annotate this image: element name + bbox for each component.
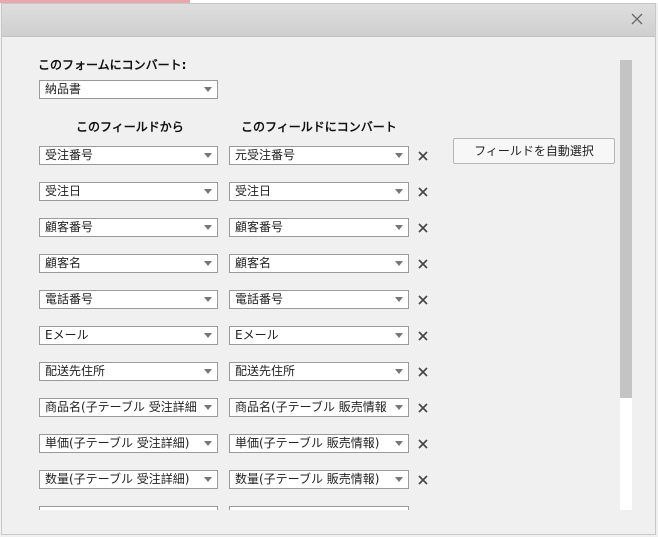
field-select-to[interactable]: 単価(子テーブル 販売情報) xyxy=(229,434,409,453)
chevron-down-icon xyxy=(395,225,403,230)
field-select-value: 元受注番号 xyxy=(235,148,296,162)
field-select-value: 受注日 xyxy=(235,184,272,198)
chevron-down-icon xyxy=(204,87,212,92)
field-select-to[interactable]: 元受注番号 xyxy=(229,146,409,165)
field-select-value: 単価(子テーブル 受注詳細) xyxy=(45,436,190,450)
chevron-down-icon xyxy=(204,225,212,230)
field-select-value: 顧客名 xyxy=(45,256,82,270)
field-select-value: 顧客番号 xyxy=(235,220,284,234)
chevron-down-icon xyxy=(395,369,403,374)
remove-row-icon[interactable] xyxy=(417,186,429,198)
chevron-down-icon xyxy=(204,261,212,266)
field-select-value: 単価(子テーブル 販売情報) xyxy=(235,436,380,450)
field-select-value: Eメール xyxy=(235,328,279,342)
field-select-value: 数量(子テーブル 受注詳細) xyxy=(45,472,190,486)
column-header-to: このフィールドにコンバート xyxy=(241,120,397,134)
scrollbar-thumb[interactable] xyxy=(620,60,632,398)
field-select-value: 顧客番号 xyxy=(45,220,94,234)
remove-row-icon[interactable] xyxy=(417,294,429,306)
dialog-content: このフォームにコンバート: 納品書 このフィールドから このフィールドにコンバー… xyxy=(0,0,658,510)
field-select-from[interactable]: 受注番号 xyxy=(39,146,218,165)
chevron-down-icon xyxy=(204,477,212,482)
field-select-from[interactable]: 顧客番号 xyxy=(39,218,218,237)
remove-row-icon[interactable] xyxy=(417,366,429,378)
field-select-to[interactable]: 受注日 xyxy=(229,182,409,201)
field-select-value: 数量(子テーブル 販売情報) xyxy=(235,472,380,486)
field-select-value: Eメール xyxy=(45,328,89,342)
field-select-to[interactable]: 顧客番号 xyxy=(229,218,409,237)
field-select-from[interactable]: 商品名(子テーブル 受注詳細) xyxy=(39,398,218,417)
chevron-down-icon xyxy=(204,297,212,302)
target-form-value: 納品書 xyxy=(45,82,82,96)
chevron-down-icon xyxy=(204,369,212,374)
field-select-to[interactable]: 商品名(子テーブル 販売情報) xyxy=(229,398,409,417)
field-select-from[interactable]: 顧客名 xyxy=(39,254,218,273)
remove-row-icon[interactable] xyxy=(417,222,429,234)
chevron-down-icon xyxy=(395,477,403,482)
remove-row-icon[interactable] xyxy=(417,474,429,486)
field-select-value: 配送先住所 xyxy=(45,364,106,378)
remove-row-icon[interactable] xyxy=(417,402,429,414)
field-select-from[interactable]: 受注日 xyxy=(39,182,218,201)
chevron-down-icon xyxy=(204,189,212,194)
target-form-label: このフォームにコンバート: xyxy=(38,58,187,72)
field-select-value: 顧客名 xyxy=(235,256,272,270)
field-select-from[interactable] xyxy=(39,506,218,510)
field-select-value: 商品名(子テーブル 販売情報) xyxy=(235,400,388,414)
chevron-down-icon xyxy=(395,189,403,194)
chevron-down-icon xyxy=(204,441,212,446)
chevron-down-icon xyxy=(395,441,403,446)
auto-select-fields-button[interactable]: フィールドを自動選択 xyxy=(453,138,615,164)
field-select-to[interactable]: 配送先住所 xyxy=(229,362,409,381)
field-select-to[interactable] xyxy=(229,506,409,510)
field-select-value: 配送先住所 xyxy=(235,364,296,378)
field-select-to[interactable]: 顧客名 xyxy=(229,254,409,273)
chevron-down-icon xyxy=(204,153,212,158)
field-select-from[interactable]: Eメール xyxy=(39,326,218,345)
field-select-to[interactable]: 電話番号 xyxy=(229,290,409,309)
chevron-down-icon xyxy=(395,297,403,302)
remove-row-icon[interactable] xyxy=(417,258,429,270)
field-select-value: 電話番号 xyxy=(235,292,284,306)
remove-row-icon[interactable] xyxy=(417,150,429,162)
field-select-to[interactable]: Eメール xyxy=(229,326,409,345)
field-select-from[interactable]: 電話番号 xyxy=(39,290,218,309)
field-select-value: 受注日 xyxy=(45,184,82,198)
remove-row-icon[interactable] xyxy=(417,438,429,450)
chevron-down-icon xyxy=(395,261,403,266)
chevron-down-icon xyxy=(395,333,403,338)
field-select-from[interactable]: 数量(子テーブル 受注詳細) xyxy=(39,470,218,489)
chevron-down-icon xyxy=(204,405,212,410)
field-select-value: 受注番号 xyxy=(45,148,94,162)
column-header-from: このフィールドから xyxy=(76,120,184,134)
target-form-select[interactable]: 納品書 xyxy=(39,80,218,99)
field-select-from[interactable]: 配送先住所 xyxy=(39,362,218,381)
field-select-value: 商品名(子テーブル 受注詳細) xyxy=(45,400,197,414)
chevron-down-icon xyxy=(395,405,403,410)
chevron-down-icon xyxy=(204,333,212,338)
field-select-to[interactable]: 数量(子テーブル 販売情報) xyxy=(229,470,409,489)
field-select-from[interactable]: 単価(子テーブル 受注詳細) xyxy=(39,434,218,453)
chevron-down-icon xyxy=(395,153,403,158)
field-select-value: 電話番号 xyxy=(45,292,94,306)
remove-row-icon[interactable] xyxy=(417,330,429,342)
